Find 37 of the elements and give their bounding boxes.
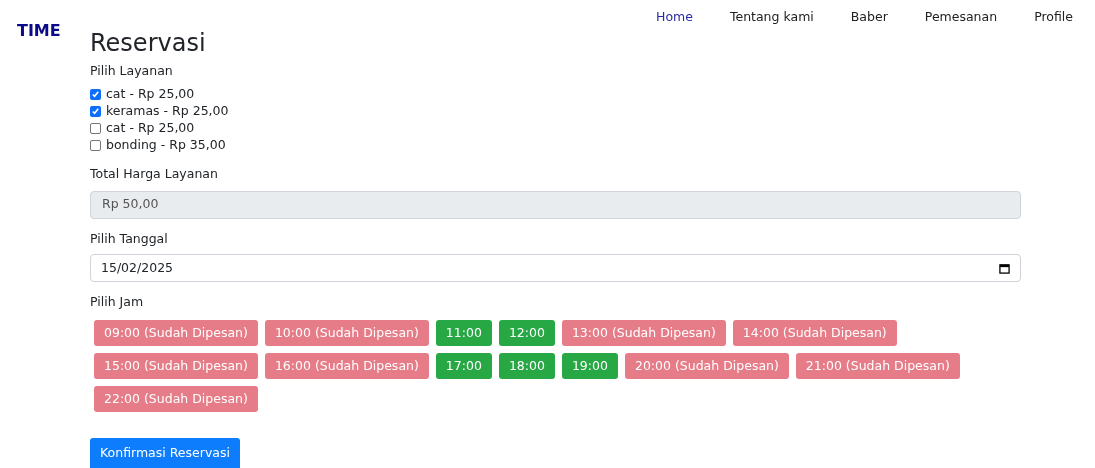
calendar-icon[interactable] xyxy=(999,262,1010,274)
logo: TIME xyxy=(17,21,61,40)
checkbox-label: keramas - Rp 25,00 xyxy=(106,101,229,120)
checkbox-label: bonding - Rp 35,00 xyxy=(106,135,226,154)
time-slot-button[interactable]: 09:00 (Sudah Dipesan) xyxy=(94,320,258,346)
checkbox[interactable] xyxy=(90,122,101,134)
confirm-button[interactable]: Konfirmasi Reservasi xyxy=(90,438,240,468)
time-slot-button[interactable]: 10:00 (Sudah Dipesan) xyxy=(264,320,429,346)
time-slot-button[interactable]: 11:00 xyxy=(435,320,492,346)
time-slot-button[interactable]: 12:00 xyxy=(498,320,555,346)
nav-link[interactable]: Tentang kami xyxy=(729,8,814,29)
time-slot-button[interactable]: 21:00 (Sudah Dipesan) xyxy=(795,353,960,379)
checkbox-label: cat - Rp 25,00 xyxy=(106,118,195,137)
time-slot-button[interactable]: 18:00 xyxy=(498,353,555,379)
nav-link[interactable]: Profile xyxy=(1034,8,1073,29)
time-slot-button[interactable]: 19:00 xyxy=(561,353,618,379)
time-slot-button[interactable]: 17:00 xyxy=(435,353,492,379)
field-label: Pilih Tanggal xyxy=(90,229,169,248)
checkbox[interactable] xyxy=(90,139,101,151)
nav-link[interactable]: Home xyxy=(656,8,693,29)
field-label: Pilih Jam xyxy=(90,293,145,312)
time-slot-button[interactable]: 15:00 (Sudah Dipesan) xyxy=(94,353,258,379)
nav-link[interactable]: Baber xyxy=(850,8,888,29)
checkbox-label: cat - Rp 25,00 xyxy=(106,84,195,103)
field-label: Pilih Layanan xyxy=(90,62,174,80)
time-slot-button[interactable]: 20:00 (Sudah Dipesan) xyxy=(624,353,789,379)
date-field[interactable]: 15/02/2025 xyxy=(90,254,1021,283)
page-title: Reservasi xyxy=(90,28,207,58)
time-slot-button[interactable]: 14:00 (Sudah Dipesan) xyxy=(732,320,897,346)
time-slot-button[interactable]: 16:00 (Sudah Dipesan) xyxy=(264,353,429,379)
time-slot-button[interactable]: 13:00 (Sudah Dipesan) xyxy=(561,320,726,346)
nav-link[interactable]: Pemesanan xyxy=(924,8,998,29)
checkbox[interactable] xyxy=(90,88,101,100)
field-label: Total Harga Layanan xyxy=(90,164,219,183)
checkbox[interactable] xyxy=(90,105,101,117)
time-slot-button[interactable]: 22:00 (Sudah Dipesan) xyxy=(94,386,258,412)
total-field: Rp 50,00 xyxy=(90,190,1021,219)
